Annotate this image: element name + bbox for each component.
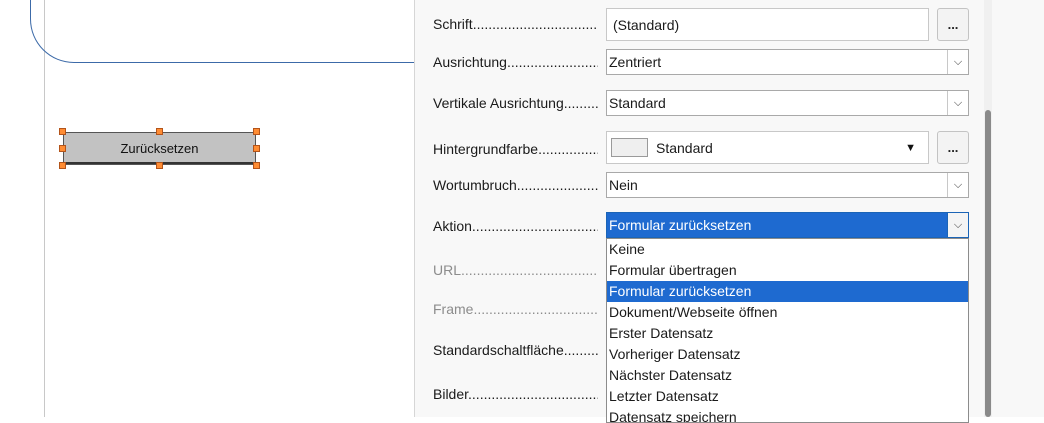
word-wrap-select[interactable]: Nein ⌵ (606, 172, 969, 198)
dropdown-option[interactable]: Dokument/Webseite öffnen (607, 302, 968, 323)
images-label-text: Bilder (433, 386, 469, 402)
font-label-dots: ........................................… (472, 16, 598, 32)
background-color-dialog-button-label: ... (947, 140, 959, 155)
chevron-down-icon[interactable]: ⌵ (947, 50, 968, 74)
font-value: (Standard) (613, 16, 680, 33)
background-color-label-text: Hintergrundfarbe (433, 141, 539, 157)
vertical-alignment-label-text: Vertikale Ausrichtung (433, 95, 564, 111)
action-value: Formular zurücksetzen (609, 217, 752, 233)
background-color-picker[interactable]: Standard ▼ (606, 131, 929, 164)
vertical-alignment-label: Vertikale Ausrichtung...................… (433, 95, 598, 111)
selection-handle-middle-right[interactable] (253, 145, 260, 152)
dropdown-option[interactable]: Nächster Datensatz (607, 365, 968, 386)
font-field[interactable]: (Standard) (606, 8, 929, 41)
dropdown-option[interactable]: Keine (607, 239, 968, 260)
form-design-canvas[interactable]: Zurücksetzen (0, 0, 460, 417)
images-label-dots: ........................................… (468, 386, 598, 402)
chevron-down-icon[interactable]: ⌵ (947, 213, 968, 237)
default-button-label: Standardschaltfläche....................… (433, 342, 598, 358)
chevron-down-icon[interactable]: ⌵ (947, 173, 968, 197)
dropdown-option[interactable]: Formular übertragen (607, 260, 968, 281)
selection-handle-middle-left[interactable] (59, 145, 66, 152)
dropdown-option[interactable]: Erster Datensatz (607, 323, 968, 344)
word-wrap-value: Nein (609, 177, 638, 193)
background-color-label: Hintergrundfarbe........................… (433, 141, 598, 157)
vertical-alignment-label-dots: ........................................… (563, 95, 598, 111)
font-label: Schrift.................................… (433, 16, 598, 32)
dropdown-triangle-icon[interactable]: ▼ (905, 142, 916, 154)
alignment-value: Zentriert (609, 54, 662, 70)
dropdown-option[interactable]: Letzter Datensatz (607, 386, 968, 407)
url-label: URL.....................................… (433, 262, 598, 278)
background-color-label-dots: ........................................… (538, 141, 598, 157)
chevron-down-icon[interactable]: ⌵ (947, 91, 968, 115)
default-button-label-text: Standardschaltfläche (433, 342, 564, 358)
default-button-label-dots: ........................................… (563, 342, 598, 358)
action-label-dots: ........................................… (471, 218, 598, 234)
font-label-text: Schrift (433, 16, 473, 32)
alignment-select[interactable]: Zentriert ⌵ (606, 49, 969, 75)
panel-scrollbar-thumb[interactable] (985, 110, 991, 417)
dropdown-option[interactable]: Datensatz speichern (607, 407, 968, 422)
background-color-value: Standard (656, 139, 713, 156)
action-label-text: Aktion (433, 218, 472, 234)
frame-label-dots: ........................................… (473, 301, 598, 317)
action-dropdown-list[interactable]: Keine Formular übertragen Formular zurüc… (606, 238, 969, 423)
selection-handle-bottom-left[interactable] (59, 162, 66, 169)
alignment-label: Ausrichtung.............................… (433, 54, 598, 70)
selection-handle-top-left[interactable] (59, 128, 66, 135)
selection-handle-bottom-middle[interactable] (156, 162, 163, 169)
dropdown-option[interactable]: Vorheriger Datensatz (607, 344, 968, 365)
word-wrap-label-dots: ........................................… (516, 177, 598, 193)
selection-handle-top-middle[interactable] (156, 128, 163, 135)
action-select[interactable]: Formular zurücksetzen ⌵ (606, 212, 969, 238)
frame-label-text: Frame (433, 301, 474, 317)
frame-label: Frame...................................… (433, 301, 598, 317)
vertical-alignment-value: Standard (609, 95, 666, 111)
alignment-label-dots: ........................................… (506, 54, 598, 70)
color-swatch (611, 138, 648, 157)
images-label: Bilder..................................… (433, 386, 598, 402)
font-dialog-button-label: ... (947, 17, 959, 32)
font-dialog-button[interactable]: ... (937, 8, 969, 41)
vertical-alignment-select[interactable]: Standard ⌵ (606, 90, 969, 116)
word-wrap-label: Wortumbruch.............................… (433, 177, 598, 193)
selection-handle-bottom-right[interactable] (253, 162, 260, 169)
selection-handle-top-right[interactable] (253, 128, 260, 135)
alignment-label-text: Ausrichtung (433, 54, 507, 70)
dropdown-option-selected[interactable]: Formular zurücksetzen (607, 281, 968, 302)
push-button-label: Zurücksetzen (120, 141, 199, 156)
frame-shape[interactable] (30, 0, 460, 63)
page-margin-line (44, 0, 45, 417)
url-label-dots: ........................................… (461, 262, 598, 278)
url-label-text: URL (433, 262, 462, 278)
word-wrap-label-text: Wortumbruch (433, 177, 517, 193)
action-label: Aktion..................................… (433, 218, 598, 234)
background-color-dialog-button[interactable]: ... (937, 131, 969, 164)
reset-push-button[interactable]: Zurücksetzen (63, 132, 256, 165)
